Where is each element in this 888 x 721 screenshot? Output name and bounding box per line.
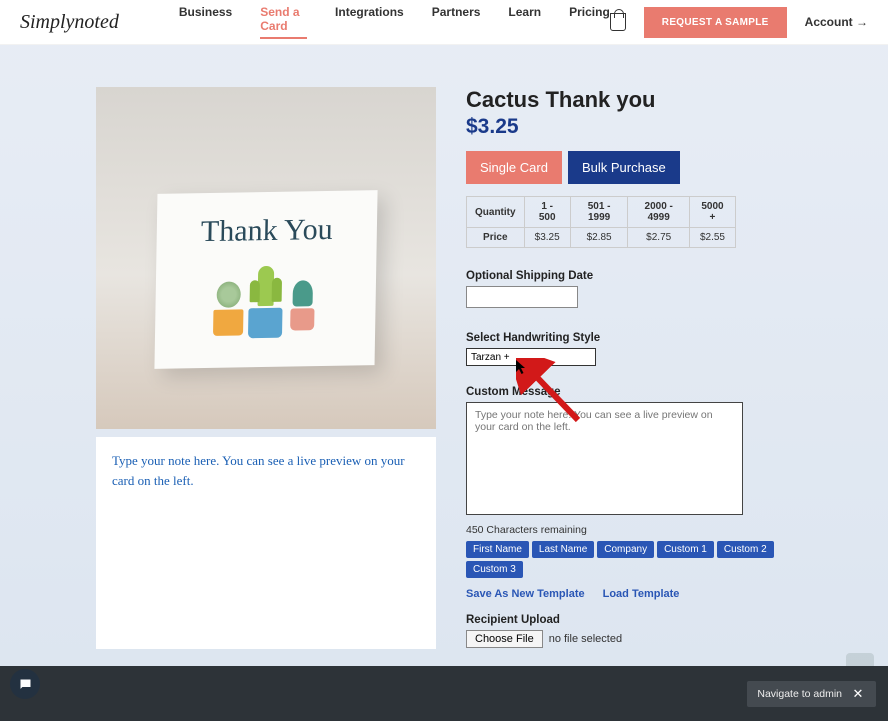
merge-custom2-button[interactable]: Custom 2 bbox=[717, 541, 774, 558]
account-link[interactable]: Account → bbox=[805, 15, 868, 29]
card-script-text: Thank You bbox=[167, 212, 368, 249]
recipient-upload-label: Recipient Upload bbox=[466, 614, 806, 626]
purchase-mode-tabs: Single Card Bulk Purchase bbox=[466, 151, 806, 184]
shipping-date-label: Optional Shipping Date bbox=[466, 270, 806, 282]
shipping-date-input[interactable] bbox=[466, 286, 578, 308]
logo[interactable]: Simplynoted bbox=[20, 11, 119, 34]
cart-icon[interactable] bbox=[610, 13, 626, 31]
custom-message-textarea[interactable] bbox=[466, 402, 743, 515]
chat-widget-button[interactable] bbox=[10, 669, 40, 699]
content: Thank You Type your note here. You can s… bbox=[0, 45, 888, 699]
table-cell: $2.55 bbox=[689, 228, 735, 248]
nav-send-card[interactable]: Send a Card bbox=[260, 5, 307, 39]
bulk-price-table: Quantity 1 - 500 501 - 1999 2000 - 4999 … bbox=[466, 196, 736, 248]
custom-message-label: Custom Message bbox=[466, 386, 806, 398]
product-price: $3.25 bbox=[466, 115, 806, 139]
merge-custom1-button[interactable]: Custom 1 bbox=[657, 541, 714, 558]
nav-business[interactable]: Business bbox=[179, 5, 232, 39]
site-header: Simplynoted Business Send a Card Integra… bbox=[0, 0, 888, 45]
save-template-link[interactable]: Save As New Template bbox=[466, 588, 585, 600]
bulk-purchase-tab[interactable]: Bulk Purchase bbox=[568, 151, 680, 184]
right-column: Cactus Thank you $3.25 Single Card Bulk … bbox=[466, 87, 806, 699]
handwriting-style-select[interactable]: Tarzan + bbox=[466, 348, 596, 366]
nav-pricing[interactable]: Pricing bbox=[569, 5, 610, 39]
merge-company-button[interactable]: Company bbox=[597, 541, 654, 558]
character-count: 450 Characters remaining bbox=[466, 524, 806, 536]
table-header: 501 - 1999 bbox=[570, 197, 628, 228]
header-right: REQUEST A SAMPLE Account → bbox=[610, 7, 868, 38]
product-title: Cactus Thank you bbox=[466, 87, 806, 113]
merge-last-name-button[interactable]: Last Name bbox=[532, 541, 594, 558]
choose-file-button[interactable]: Choose File bbox=[466, 630, 543, 648]
single-card-tab[interactable]: Single Card bbox=[466, 151, 562, 184]
nav-integrations[interactable]: Integrations bbox=[335, 5, 404, 39]
table-cell: $2.75 bbox=[628, 228, 689, 248]
close-icon[interactable]: ✕ bbox=[850, 686, 866, 702]
table-header: Quantity bbox=[467, 197, 525, 228]
table-cell: $2.85 bbox=[570, 228, 628, 248]
cactus-illustration bbox=[165, 264, 366, 342]
card-mockup: Thank You bbox=[154, 190, 377, 369]
nav-learn[interactable]: Learn bbox=[508, 5, 541, 39]
main-nav: Business Send a Card Integrations Partne… bbox=[179, 5, 610, 39]
template-links: Save As New Template Load Template bbox=[466, 588, 806, 600]
request-sample-button[interactable]: REQUEST A SAMPLE bbox=[644, 7, 787, 38]
load-template-link[interactable]: Load Template bbox=[603, 588, 680, 600]
live-preview-box: Type your note here. You can see a live … bbox=[96, 437, 436, 649]
table-row-label: Price bbox=[467, 228, 525, 248]
file-upload-row: Choose File no file selected bbox=[466, 630, 806, 648]
handwriting-style-label: Select Handwriting Style bbox=[466, 332, 806, 344]
table-header: 1 - 500 bbox=[524, 197, 570, 228]
table-cell: $3.25 bbox=[524, 228, 570, 248]
left-column: Thank You Type your note here. You can s… bbox=[96, 87, 436, 699]
admin-bar: Navigate to admin ✕ bbox=[0, 666, 888, 721]
merge-custom3-button[interactable]: Custom 3 bbox=[466, 561, 523, 578]
table-header: 5000 + bbox=[689, 197, 735, 228]
navigate-admin-label: Navigate to admin bbox=[757, 688, 842, 700]
nav-partners[interactable]: Partners bbox=[432, 5, 481, 39]
merge-field-buttons: First Name Last Name Company Custom 1 Cu… bbox=[466, 541, 806, 578]
merge-first-name-button[interactable]: First Name bbox=[466, 541, 529, 558]
table-header: 2000 - 4999 bbox=[628, 197, 689, 228]
file-status-text: no file selected bbox=[549, 633, 622, 645]
product-image: Thank You bbox=[96, 87, 436, 429]
navigate-admin-pill[interactable]: Navigate to admin ✕ bbox=[747, 681, 876, 707]
